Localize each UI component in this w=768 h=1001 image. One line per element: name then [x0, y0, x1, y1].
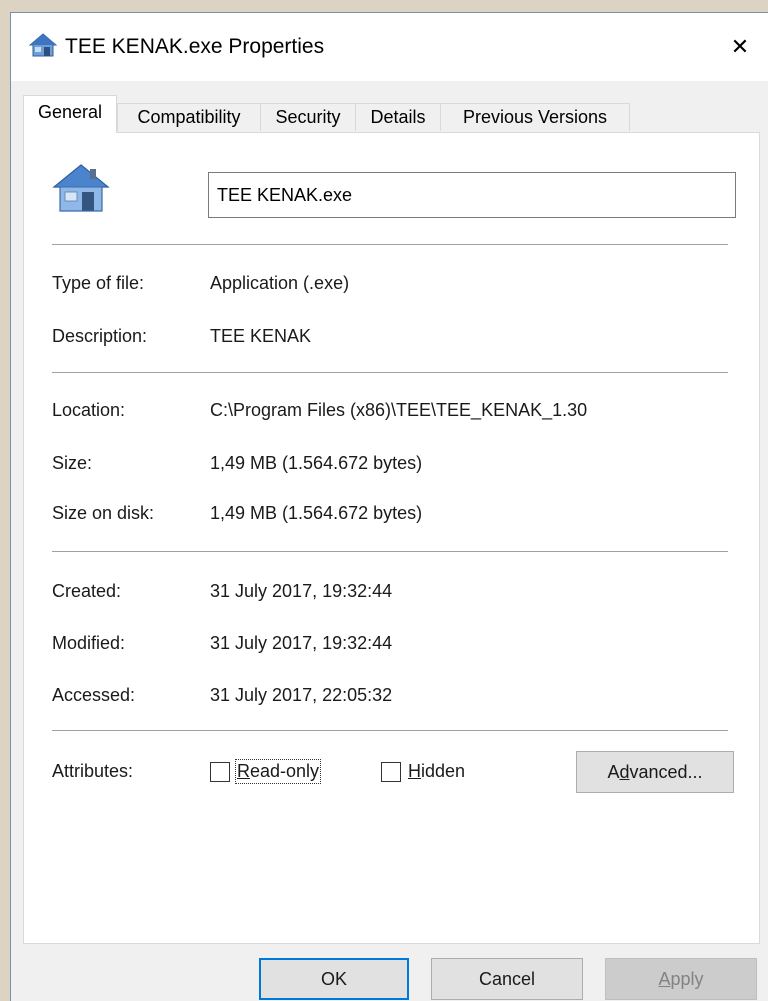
- hidden-checkbox[interactable]: [381, 762, 401, 782]
- location-label: Location:: [52, 400, 126, 420]
- file-name-field[interactable]: [208, 172, 736, 218]
- type-of-file-label: Type of file:: [52, 273, 145, 293]
- tab-general[interactable]: General: [23, 95, 117, 133]
- created-value: 31 July 2017, 19:32:44: [210, 581, 393, 601]
- separator: [52, 372, 728, 373]
- description-label: Description:: [52, 326, 148, 346]
- tab-compatibility[interactable]: Compatibility: [117, 103, 261, 131]
- ok-button[interactable]: OK: [259, 958, 409, 1000]
- created-label: Created:: [52, 581, 122, 601]
- location-value: C:\Program Files (x86)\TEE\TEE_KENAK_1.3…: [210, 400, 588, 420]
- cancel-button[interactable]: Cancel: [431, 958, 583, 1000]
- title-bar[interactable]: TEE KENAK.exe Properties ✕: [11, 13, 768, 81]
- size-value: 1,49 MB (1.564.672 bytes): [210, 453, 423, 473]
- read-only-label-rest: ead-only: [250, 761, 320, 781]
- hidden-label-rest: idden: [421, 761, 466, 781]
- description-value: TEE KENAK: [210, 326, 312, 346]
- accessed-label: Accessed:: [52, 685, 136, 705]
- apply-label-rest: pply: [670, 969, 704, 989]
- separator: [52, 244, 728, 245]
- size-on-disk-label: Size on disk:: [52, 503, 155, 523]
- advanced-button[interactable]: Advanced...: [576, 751, 734, 793]
- close-button[interactable]: ✕: [712, 13, 768, 81]
- tab-security[interactable]: Security: [260, 103, 356, 131]
- modified-label: Modified:: [52, 633, 126, 653]
- read-only-label[interactable]: Read-only: [234, 759, 322, 784]
- read-only-checkbox[interactable]: [210, 762, 230, 782]
- advanced-label-pre: A: [607, 762, 620, 782]
- separator: [52, 551, 728, 552]
- type-of-file-value: Application (.exe): [210, 273, 350, 293]
- separator: [52, 730, 728, 731]
- advanced-label-rest: vanced...: [629, 762, 703, 782]
- modified-value: 31 July 2017, 19:32:44: [210, 633, 393, 653]
- tab-details[interactable]: Details: [355, 103, 441, 131]
- hidden-accel: H: [408, 761, 421, 781]
- size-label: Size:: [52, 453, 93, 473]
- size-on-disk-value: 1,49 MB (1.564.672 bytes): [210, 503, 423, 523]
- read-only-accel: R: [237, 761, 250, 781]
- window-title: TEE KENAK.exe Properties: [65, 35, 325, 58]
- apply-accel: A: [658, 969, 671, 989]
- hidden-label[interactable]: Hidden: [408, 761, 465, 782]
- house-icon: [52, 163, 110, 218]
- apply-button[interactable]: Apply: [605, 958, 757, 1000]
- accessed-value: 31 July 2017, 22:05:32: [210, 685, 393, 705]
- close-icon: ✕: [730, 34, 750, 59]
- general-panel: Type of file: Application (.exe) Descrip…: [23, 132, 760, 944]
- attributes-label: Attributes:: [52, 761, 134, 781]
- properties-dialog: TEE KENAK.exe Properties ✕ General Compa…: [10, 12, 768, 1001]
- house-icon: [28, 33, 58, 62]
- advanced-accel: d: [619, 762, 630, 782]
- tab-previous-versions[interactable]: Previous Versions: [440, 103, 630, 131]
